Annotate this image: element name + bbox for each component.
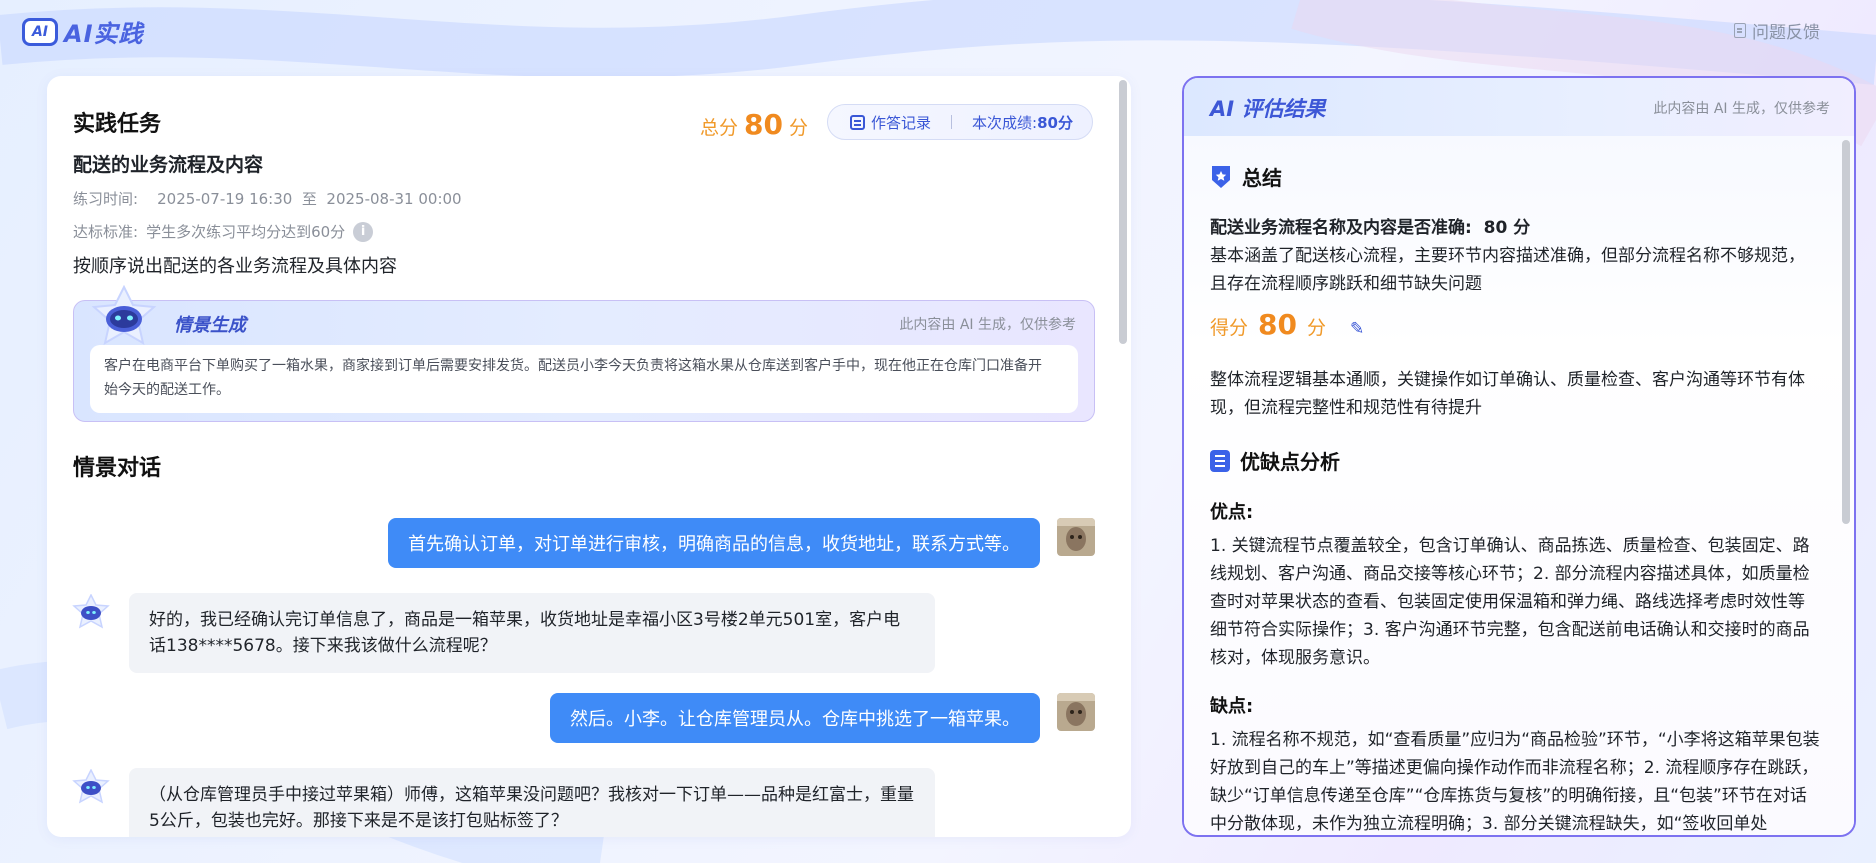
criterion-score: 80 分 <box>1483 218 1531 238</box>
current-score-value: 80分 <box>1037 113 1073 132</box>
feedback-label: 问题反馈 <box>1752 23 1820 43</box>
evaluation-panel: AI 评估结果 此内容由 AI 生成，仅供参考 总结 配送业务流程名称及内容是否… <box>1182 76 1856 837</box>
medal-icon <box>1212 165 1230 188</box>
user-message: 首先确认订单，对订单进行审核，明确商品的信息，收货地址，联系方式等。 <box>388 518 1040 568</box>
scene-card: 情景生成 此内容由 AI 生成，仅供参考 客户在电商平台下单购买了一箱水果，商家… <box>73 285 1095 422</box>
user-avatar-image <box>1057 693 1095 731</box>
task-panel-scrollbar[interactable] <box>1119 80 1127 344</box>
pros-heading: 优点: <box>1210 502 1254 523</box>
robot-star-icon <box>72 593 110 629</box>
pros-text: 1. 关键流程节点覆盖较全，包含订单确认、商品拣选、质量检查、包装固定、路线规划… <box>1210 536 1810 668</box>
task-section-title: 实践任务 <box>73 106 204 140</box>
record-pill: 作答记录 本次成绩:80分 <box>827 104 1093 140</box>
pill-divider <box>951 115 953 129</box>
cons-text: 1. 流程名称不规范，如“查看质量”应归为“商品检验”环节，“小李将这箱苹果包装… <box>1210 730 1820 834</box>
dialog-section-title: 情景对话 <box>73 450 204 484</box>
scene-label: 情景生成 <box>174 315 246 336</box>
evaluation-title: AI 评估结果 <box>1210 97 1326 121</box>
score-comment: 整体流程逻辑基本通顺，关键操作如订单确认、质量检查、客户沟通等环节有体现，但流程… <box>1210 370 1805 418</box>
pass-standard-value: 学生多次练习平均分达到60分 <box>146 223 346 241</box>
info-icon[interactable]: i <box>353 221 374 242</box>
robot-star-icon <box>91 285 157 346</box>
pass-standard-label: 达标标准: <box>73 223 139 241</box>
feedback-icon <box>1734 23 1746 38</box>
current-score: 本次成绩:80分 <box>972 112 1073 133</box>
total-score: 总分 80 分 <box>700 108 808 141</box>
user-avatar <box>1057 518 1095 556</box>
practice-time-label: 练习时间: <box>73 190 139 208</box>
user-avatar <box>1057 693 1095 731</box>
answer-record-label: 作答记录 <box>871 113 932 132</box>
score-value: 80 <box>1258 308 1297 341</box>
robot-star-icon <box>72 768 110 804</box>
evaluation-ai-note: 此内容由 AI 生成，仅供参考 <box>1653 101 1830 117</box>
analysis-heading-label: 优缺点分析 <box>1240 450 1340 474</box>
top-header: AI AI实践 问题反馈 <box>0 0 1876 60</box>
user-message: 然后。小李。让仓库管理员从。仓库中挑选了一箱苹果。 <box>550 693 1040 743</box>
current-score-label: 本次成绩: <box>972 113 1038 132</box>
total-score-label: 总分 <box>700 117 739 139</box>
report-icon <box>1210 449 1230 472</box>
bot-message: （从仓库管理员手中接过苹果箱）师傅，这箱苹果没问题吧？我核对一下订单——品种是红… <box>129 768 935 837</box>
practice-time-end: 2025-08-31 00:00 <box>326 190 462 208</box>
criterion-line: 配送业务流程名称及内容是否准确: 80 分 <box>1210 214 1820 242</box>
task-description: 按顺序说出配送的各业务流程及具体内容 <box>73 256 397 277</box>
bot-avatar <box>71 768 111 805</box>
criterion-text: 基本涵盖了配送核心流程，主要环节内容描述准确，但部分流程名称不够规范，且存在流程… <box>1210 246 1805 294</box>
practice-time-start: 2025-07-19 16:30 <box>157 190 293 208</box>
record-icon <box>850 114 865 130</box>
practice-time: 练习时间: 2025-07-19 16:30 至 2025-08-31 00:0… <box>73 188 462 209</box>
edit-score-icon[interactable]: ✎ <box>1350 319 1364 339</box>
cons-heading: 缺点: <box>1210 696 1254 717</box>
summary-heading: 总结 <box>1210 162 1282 191</box>
criterion-label: 配送业务流程名称及内容是否准确: <box>1210 218 1472 238</box>
task-name: 配送的业务流程及内容 <box>73 154 264 176</box>
answer-record-button[interactable]: 作答记录 <box>828 112 931 133</box>
logo-text: AI实践 <box>64 20 144 48</box>
score-unit: 分 <box>1306 317 1326 339</box>
score-label: 得分 <box>1210 317 1249 339</box>
scene-text: 客户在电商平台下单购买了一箱水果，商家接到订单后需要安排发货。配送员小李今天负责… <box>90 345 1078 413</box>
evaluation-body: 总结 配送业务流程名称及内容是否准确: 80 分 基本涵盖了配送核心流程，主要环… <box>1184 136 1854 835</box>
score-line: 得分 80 分 ✎ <box>1210 308 1364 341</box>
practice-time-sep: 至 <box>301 190 317 208</box>
total-score-unit: 分 <box>788 117 808 139</box>
analysis-heading: 优缺点分析 <box>1210 446 1340 475</box>
summary-heading-label: 总结 <box>1242 166 1282 190</box>
total-score-value: 80 <box>744 108 783 141</box>
evaluation-scrollbar[interactable] <box>1842 140 1850 524</box>
pass-standard: 达标标准: 学生多次练习平均分达到60分 i <box>73 221 374 242</box>
evaluation-header: AI 评估结果 此内容由 AI 生成，仅供参考 <box>1184 78 1854 136</box>
app-logo[interactable]: AI AI实践 <box>22 14 144 49</box>
bot-avatar <box>71 593 111 630</box>
feedback-button[interactable]: 问题反馈 <box>1734 18 1820 43</box>
bot-message: 好的，我已经确认完订单信息了，商品是一箱苹果，收货地址是幸福小区3号楼2单元50… <box>129 593 935 673</box>
task-panel: 实践任务 总分 80 分 作答记录 本次成绩:80分 配送的业务流程及内容 练习… <box>47 76 1131 837</box>
user-avatar-image <box>1057 518 1095 556</box>
logo-badge: AI <box>22 17 58 46</box>
scene-ai-note: 此内容由 AI 生成，仅供参考 <box>899 317 1076 333</box>
